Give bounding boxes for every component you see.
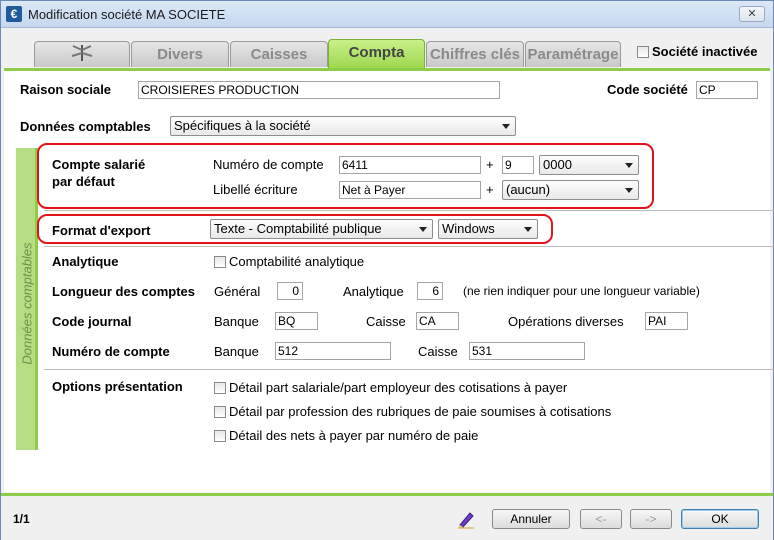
checkbox-box[interactable] (214, 406, 226, 418)
app-icon: € (6, 6, 22, 22)
compte-banque-label: Banque (214, 344, 259, 359)
format-export-value: Texte - Comptabilité publique (214, 221, 382, 236)
tab-parametrage[interactable]: Paramétrage (525, 41, 621, 67)
tab-caisses[interactable]: Caisses (230, 41, 328, 67)
plus-sign: + (486, 182, 494, 197)
compte-caisse-label: Caisse (418, 344, 458, 359)
compte-salarie-label-1: Compte salarié (52, 157, 146, 172)
page-indicator: 1/1 (13, 512, 30, 526)
chevron-down-icon (524, 227, 532, 232)
general-length-input[interactable]: 0 (277, 282, 303, 300)
previous-button[interactable]: <- (580, 509, 622, 529)
checkbox-box[interactable] (214, 382, 226, 394)
donnees-comptables-sidebar: Données comptables (16, 148, 38, 450)
societe-inactivee-checkbox[interactable]: Société inactivée (637, 44, 758, 59)
comptabilite-analytique-label: Comptabilité analytique (229, 254, 365, 269)
chevron-down-icon (502, 124, 510, 129)
journal-banque-input[interactable]: BQ (275, 312, 318, 330)
window-title: Modification société MA SOCIETE (28, 7, 226, 22)
libelle-ecriture-select[interactable]: (aucun) (502, 180, 639, 200)
donnees-comptables-label: Données comptables (20, 119, 151, 134)
libelle-ecriture-input[interactable]: Net à Payer (339, 181, 481, 199)
numero-compte-select[interactable]: 0000 (539, 155, 639, 175)
numero-suffix-input[interactable]: 9 (502, 156, 534, 174)
format-export-label: Format d'export (52, 223, 151, 238)
compte-banque-input[interactable]: 512 (275, 342, 391, 360)
journal-od-label: Opérations diverses (508, 314, 624, 329)
code-societe-input[interactable]: CP (696, 81, 758, 99)
raison-sociale-label: Raison sociale (20, 82, 112, 97)
separator (44, 210, 774, 211)
compte-caisse-input[interactable]: 531 (469, 342, 585, 360)
comptabilite-analytique-checkbox[interactable]: Comptabilité analytique (214, 254, 364, 269)
numero-compte-label: Numéro de compte (213, 157, 324, 172)
os-select[interactable]: Windows (438, 219, 538, 239)
journal-caisse-label: Caisse (366, 314, 406, 329)
option-detail-profession-checkbox[interactable]: Détail par profession des rubriques de p… (214, 404, 611, 419)
os-value: Windows (442, 221, 495, 236)
numero-compte-section-label: Numéro de compte (52, 344, 170, 359)
journal-od-input[interactable]: PAI (645, 312, 688, 330)
general-label: Général (214, 284, 261, 299)
analytique-length-label: Analytique (343, 284, 404, 299)
chevron-down-icon (625, 188, 633, 193)
pencil-icon[interactable] (456, 509, 476, 529)
numero-select-value: 0000 (543, 157, 572, 172)
separator (44, 246, 774, 247)
tab-divers[interactable]: Divers (131, 41, 229, 67)
next-button[interactable]: -> (630, 509, 672, 529)
code-societe-label: Code société (607, 82, 688, 97)
plus-sign: + (486, 157, 494, 172)
checkbox-box[interactable] (214, 256, 226, 268)
checkbox-box[interactable] (637, 46, 649, 58)
separator (44, 369, 774, 370)
chevron-down-icon (625, 163, 633, 168)
numero-compte-input[interactable]: 6411 (339, 156, 481, 174)
annuler-button[interactable]: Annuler (492, 509, 570, 529)
option-label: Détail par profession des rubriques de p… (229, 404, 612, 419)
tab-general[interactable] (34, 41, 130, 67)
analytique-length-input[interactable]: 6 (417, 282, 443, 300)
close-button[interactable]: ✕ (739, 6, 765, 22)
compta-panel: Raison sociale CROISIERES PRODUCTION Cod… (4, 68, 774, 492)
code-journal-label: Code journal (52, 314, 132, 329)
option-detail-nets-checkbox[interactable]: Détail des nets à payer par numéro de pa… (214, 428, 478, 443)
dialog-window: € Modification société MA SOCIETE ✕ Dive… (0, 0, 774, 540)
option-label: Détail des nets à payer par numéro de pa… (229, 428, 479, 443)
societe-inactivee-label: Société inactivée (652, 44, 758, 59)
donnees-comptables-value: Spécifiques à la société (174, 118, 311, 133)
libelle-ecriture-label: Libellé écriture (213, 182, 298, 197)
checkbox-box[interactable] (214, 430, 226, 442)
longueur-note: (ne rien indiquer pour une longueur vari… (463, 284, 700, 298)
raison-sociale-input[interactable]: CROISIERES PRODUCTION (138, 81, 500, 99)
tab-chiffres-cles[interactable]: Chiffres clés (426, 41, 524, 67)
donnees-comptables-select[interactable]: Spécifiques à la société (170, 116, 516, 136)
title-bar: € Modification société MA SOCIETE ✕ (1, 1, 773, 28)
chevron-down-icon (419, 227, 427, 232)
compte-salarie-label-2: par défaut (52, 174, 115, 189)
longueur-comptes-label: Longueur des comptes (52, 284, 196, 299)
format-export-select[interactable]: Texte - Comptabilité publique (210, 219, 433, 239)
libelle-select-value: (aucun) (506, 182, 551, 197)
sidebar-label: Données comptables (19, 242, 35, 365)
tab-compta[interactable]: Compta (328, 39, 425, 68)
ok-button[interactable]: OK (681, 509, 759, 529)
analytique-label: Analytique (52, 254, 119, 269)
journal-banque-label: Banque (214, 314, 259, 329)
options-presentation-label: Options présentation (52, 379, 183, 394)
option-label: Détail part salariale/part employeur des… (229, 380, 568, 395)
journal-caisse-input[interactable]: CA (416, 312, 459, 330)
dragonfly-icon (69, 45, 95, 63)
option-detail-part-checkbox[interactable]: Détail part salariale/part employeur des… (214, 380, 567, 395)
